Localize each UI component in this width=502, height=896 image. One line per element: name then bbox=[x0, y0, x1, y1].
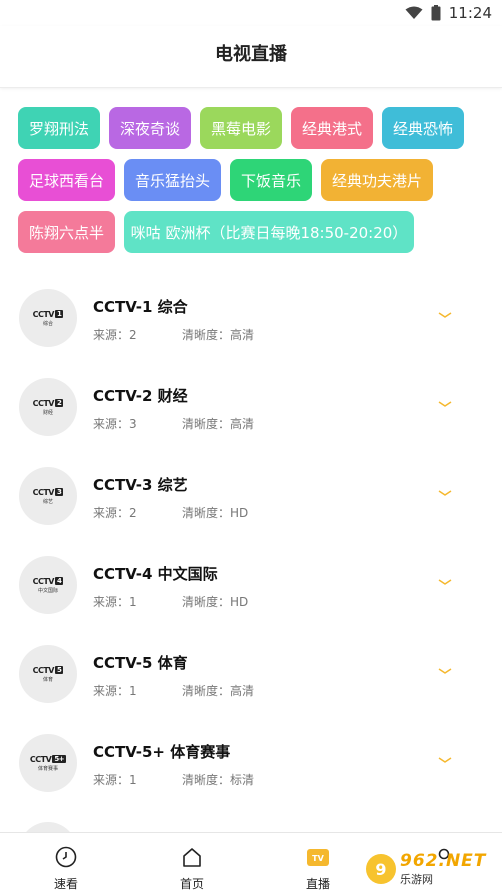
channel-meta: 来源：2 清晰度：HD bbox=[93, 504, 248, 521]
tv-icon: TV bbox=[306, 845, 330, 869]
nav-item-quick[interactable]: 速看 bbox=[26, 833, 106, 896]
tag-8[interactable]: 经典功夫港片 bbox=[321, 159, 433, 201]
watermark-top: 962.NET bbox=[400, 851, 487, 871]
channel-row[interactable]: CCTV 4 中文国际 CCTV-4 中文国际 来源：1 清晰度：HD bbox=[0, 527, 502, 616]
chevron-down-icon[interactable] bbox=[437, 488, 453, 498]
channel-row[interactable]: CCTV 2 财经 CCTV-2 财经 来源：3 清晰度：高清 bbox=[0, 349, 502, 438]
page-title: 电视直播 bbox=[215, 44, 287, 65]
channel-row[interactable]: CCTV 5 体育 CCTV-5 体育 来源：1 清晰度：高清 bbox=[0, 616, 502, 705]
tag-1[interactable]: 深夜奇谈 bbox=[109, 107, 191, 149]
nav-label: 首页 bbox=[179, 877, 204, 891]
channel-source: 来源：1 bbox=[93, 773, 137, 787]
tag-5[interactable]: 足球西看台 bbox=[18, 159, 115, 201]
chevron-down-icon[interactable] bbox=[437, 310, 453, 320]
channel-source: 来源：1 bbox=[93, 595, 137, 609]
chevron-down-icon[interactable] bbox=[437, 755, 453, 765]
tag-2[interactable]: 黑莓电影 bbox=[200, 107, 282, 149]
channel-logo: CCTV 5+ 体育赛事 bbox=[19, 734, 77, 792]
bottom-nav: 速看 首页 TV 直播 9 962.NET 乐游网 bbox=[0, 832, 502, 896]
tag-7[interactable]: 下饭音乐 bbox=[230, 159, 312, 201]
tag-9[interactable]: 陈翔六点半 bbox=[18, 211, 115, 253]
channel-logo: CCTV 3 综艺 bbox=[19, 467, 77, 525]
wifi-icon bbox=[405, 6, 423, 19]
channel-name: CCTV-5 体育 bbox=[93, 654, 188, 672]
channel-quality: 清晰度：高清 bbox=[182, 328, 255, 342]
home-icon bbox=[180, 845, 204, 869]
channel-name: CCTV-5+ 体育赛事 bbox=[93, 743, 231, 761]
channel-logo: CCTV 5 体育 bbox=[19, 645, 77, 703]
channel-quality: 清晰度：高清 bbox=[182, 684, 255, 698]
nav-label: 速看 bbox=[53, 877, 78, 891]
tag-4[interactable]: 经典恐怖 bbox=[382, 107, 464, 149]
channel-meta: 来源：1 清晰度：标清 bbox=[93, 771, 254, 788]
channel-name: CCTV-1 综合 bbox=[93, 298, 188, 316]
channel-logo: CCTV 2 财经 bbox=[19, 378, 77, 436]
tag-0[interactable]: 罗翔刑法 bbox=[18, 107, 100, 149]
channel-quality: 清晰度：HD bbox=[182, 595, 249, 609]
channel-name: CCTV-4 中文国际 bbox=[93, 565, 218, 583]
channel-row[interactable]: CCTV 1 综合 CCTV-1 综合 来源：2 清晰度：高清 bbox=[0, 260, 502, 349]
channel-name: CCTV-2 财经 bbox=[93, 387, 188, 405]
channel-meta: 来源：1 清晰度：高清 bbox=[93, 682, 254, 699]
app-header: 电视直播 bbox=[0, 26, 502, 88]
channel-meta: 来源：1 清晰度：HD bbox=[93, 593, 248, 610]
chevron-down-icon[interactable] bbox=[437, 666, 453, 676]
channel-source: 来源：2 bbox=[93, 328, 137, 342]
channel-source: 来源：2 bbox=[93, 506, 137, 520]
chevron-down-icon[interactable] bbox=[437, 399, 453, 409]
tag-6[interactable]: 音乐猛抬头 bbox=[124, 159, 221, 201]
channel-logo: CCTV 1 综合 bbox=[19, 289, 77, 347]
battery-icon bbox=[431, 5, 441, 21]
nav-item-live[interactable]: TV 直播 bbox=[278, 833, 358, 896]
clock-icon bbox=[54, 845, 78, 869]
channel-quality: 清晰度：高清 bbox=[182, 417, 255, 431]
channel-logo: CCTV 4 中文国际 bbox=[19, 556, 77, 614]
nav-label: 直播 bbox=[305, 877, 330, 891]
channel-quality: 清晰度：标清 bbox=[182, 773, 255, 787]
status-bar: 11:24 bbox=[0, 0, 502, 26]
watermark-bottom: 乐游网 bbox=[400, 873, 433, 886]
channel-quality: 清晰度：HD bbox=[182, 506, 249, 520]
status-icons: 11:24 bbox=[405, 4, 492, 22]
channel-row[interactable]: CCTV 3 综艺 CCTV-3 综艺 来源：2 清晰度：HD bbox=[0, 438, 502, 527]
watermark-logo: 9 bbox=[366, 854, 396, 884]
channel-meta: 来源：2 清晰度：高清 bbox=[93, 326, 254, 343]
tag-10[interactable]: 咪咕 欧洲杯（比赛日每晚18:50-20:20） bbox=[124, 211, 414, 253]
svg-text:TV: TV bbox=[312, 854, 324, 863]
channel-name: CCTV-3 综艺 bbox=[93, 476, 188, 494]
watermark: 9 962.NET 乐游网 bbox=[366, 846, 496, 892]
status-time: 11:24 bbox=[448, 4, 492, 22]
nav-item-home[interactable]: 首页 bbox=[152, 833, 232, 896]
tag-3[interactable]: 经典港式 bbox=[291, 107, 373, 149]
chevron-down-icon[interactable] bbox=[437, 577, 453, 587]
channel-meta: 来源：3 清晰度：高清 bbox=[93, 415, 254, 432]
channel-source: 来源：1 bbox=[93, 684, 137, 698]
channel-row[interactable]: CCTV 5+ 体育赛事 CCTV-5+ 体育赛事 来源：1 清晰度：标清 bbox=[0, 705, 502, 794]
channel-source: 来源：3 bbox=[93, 417, 137, 431]
